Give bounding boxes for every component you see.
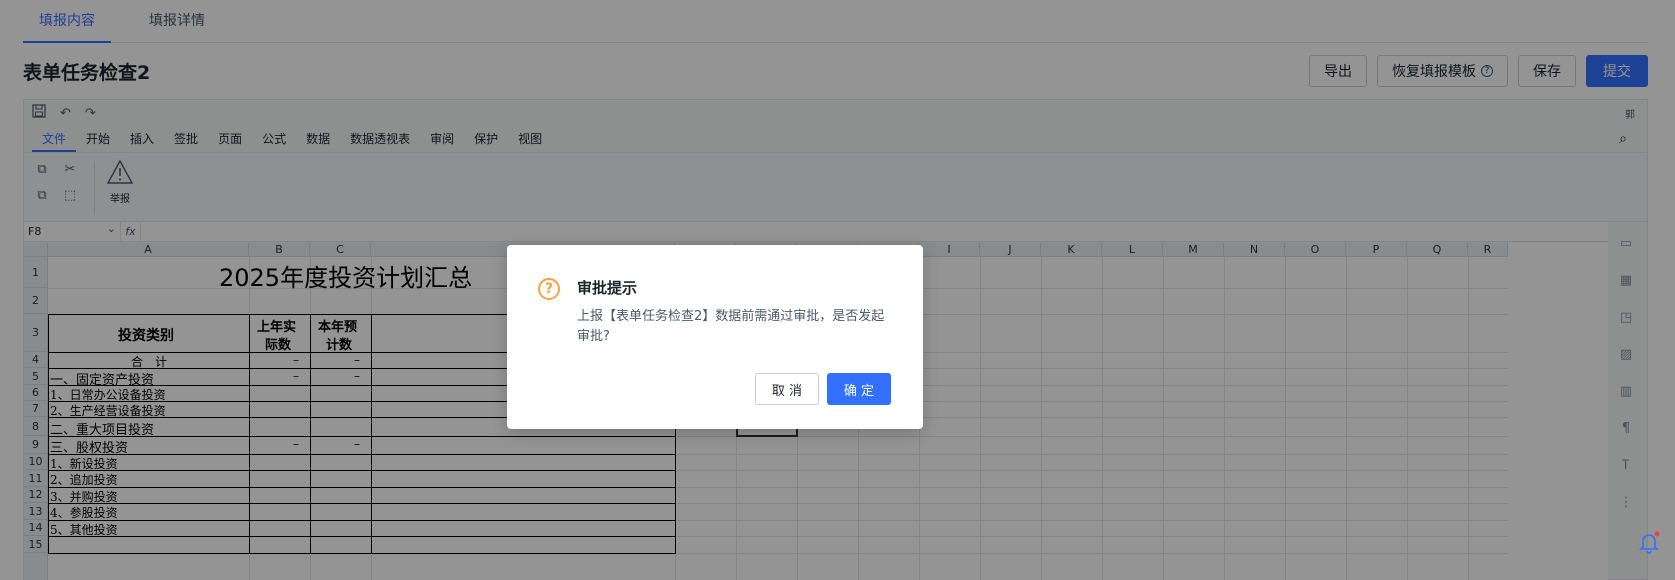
question-icon: ? [538, 278, 560, 300]
bell-icon [1639, 531, 1660, 554]
dialog-message: 上报【表单任务检查2】数据前需通过审批，是否发起审批? [577, 309, 885, 344]
cancel-button[interactable]: 取 消 [755, 373, 819, 405]
notification-bell[interactable] [1637, 530, 1661, 554]
notification-badge [1654, 531, 1660, 537]
dialog-title: 审批提示 [577, 279, 638, 297]
approval-dialog: ? 审批提示 上报【表单任务检查2】数据前需通过审批，是否发起审批? 取 消 确… [507, 245, 923, 429]
confirm-button[interactable]: 确 定 [827, 373, 891, 405]
